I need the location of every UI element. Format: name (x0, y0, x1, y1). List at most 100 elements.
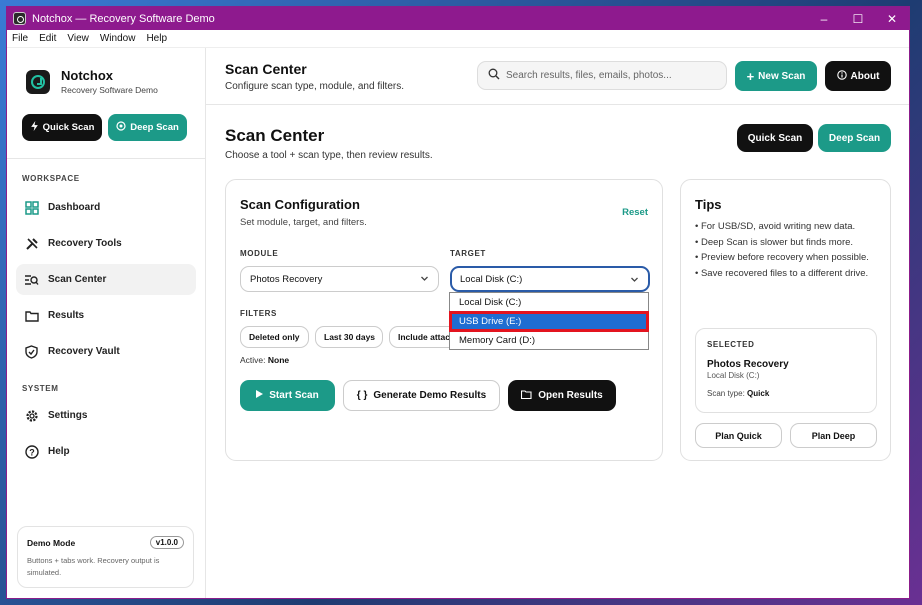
sidebar-item-label: Results (48, 310, 85, 321)
sidebar-quick-scan-button[interactable]: Quick Scan (22, 114, 102, 141)
deep-scan-button[interactable]: Deep Scan (818, 124, 891, 152)
topbar-subtitle: Configure scan type, module, and filters… (225, 81, 404, 92)
system-section-label: SYSTEM (22, 384, 59, 393)
menu-window[interactable]: Window (99, 33, 137, 44)
brand-subtitle: Recovery Software Demo (61, 85, 158, 95)
tools-icon (23, 235, 40, 252)
page-title: Scan Center (225, 126, 325, 145)
brand-logo-icon (26, 69, 50, 94)
page-subtitle: Choose a tool + scan type, then review r… (225, 150, 433, 161)
search-input[interactable]: Search results, files, emails, photos... (477, 61, 727, 90)
folder-open-icon (521, 389, 532, 402)
about-label: About (850, 70, 880, 82)
sidebar-item-results[interactable]: Results (16, 300, 196, 331)
target-option-local-disk-c[interactable]: Local Disk (C:) (450, 293, 648, 312)
brand: Notchox Recovery Software Demo (7, 48, 205, 95)
plan-deep-button[interactable]: Plan Deep (790, 423, 877, 448)
tips-title: Tips (695, 197, 722, 212)
demo-mode-title: Demo Mode (27, 537, 76, 548)
generate-label: Generate Demo Results (373, 390, 487, 401)
bolt-icon (30, 121, 39, 134)
open-results-button[interactable]: Open Results (508, 380, 616, 411)
version-badge: v1.0.0 (149, 536, 184, 549)
sidebar-item-help[interactable]: ? Help (16, 436, 196, 467)
app-body: Notchox Recovery Software Demo Quick Sca… (7, 48, 909, 598)
sidebar-item-label: Recovery Vault (48, 346, 120, 357)
active-prefix: Active: (240, 355, 266, 365)
menu-file[interactable]: File (11, 33, 29, 44)
play-icon (256, 390, 264, 401)
sidebar-item-dashboard[interactable]: Dashboard (16, 192, 196, 223)
folder-icon (23, 307, 40, 324)
window-controls: – ☐ ✕ (807, 7, 909, 30)
target-dropdown-list: Local Disk (C:) USB Drive (E:) Memory Ca… (449, 292, 649, 350)
plan-quick-button[interactable]: Plan Quick (695, 423, 782, 448)
dashboard-icon (23, 199, 40, 216)
sidebar-deep-scan-button[interactable]: Deep Scan (108, 114, 187, 141)
target-select-value: Local Disk (C:) (460, 273, 523, 285)
start-scan-label: Start Scan (269, 390, 319, 401)
menu-edit[interactable]: Edit (38, 33, 57, 44)
sidebar-item-scan-center[interactable]: Scan Center (16, 264, 196, 295)
target-select[interactable]: Local Disk (C:) (450, 266, 650, 292)
target-option-usb-drive-e[interactable]: USB Drive (E:) (449, 311, 649, 332)
target-label: TARGET (450, 249, 486, 258)
sidebar-item-label: Recovery Tools (48, 238, 122, 249)
search-placeholder: Search results, files, emails, photos... (506, 70, 672, 81)
topbar-title: Scan Center (225, 61, 307, 77)
maximize-button[interactable]: ☐ (841, 7, 875, 30)
selected-module: Photos Recovery (707, 359, 789, 370)
active-value: None (267, 355, 290, 365)
open-results-label: Open Results (538, 390, 603, 401)
scan-list-icon (23, 271, 40, 288)
chevron-down-icon (630, 275, 639, 286)
quick-scan-button[interactable]: Quick Scan (737, 124, 813, 152)
filter-chip-deleted-only[interactable]: Deleted only (240, 326, 309, 348)
title-bar: Notchox — Recovery Software Demo – ☐ ✕ (7, 7, 909, 30)
brand-name: Notchox (61, 68, 113, 83)
plus-icon: + (746, 68, 755, 84)
close-button[interactable]: ✕ (875, 7, 909, 30)
config-title: Scan Configuration (240, 197, 360, 212)
tip-item: • For USB/SD, avoid writing new data. (695, 221, 856, 232)
top-bar: Scan Center Configure scan type, module,… (206, 48, 909, 105)
demo-mode-description: Buttons + tabs work. Recovery output is … (27, 556, 160, 577)
menu-help[interactable]: Help (145, 33, 168, 44)
selected-scan-type: Scan type: Quick (707, 389, 865, 398)
sidebar-divider (7, 158, 205, 159)
module-select-value: Photos Recovery (250, 273, 323, 285)
target-option-memory-card-d[interactable]: Memory Card (D:) (450, 331, 648, 350)
filter-chip-last-30-days[interactable]: Last 30 days (315, 326, 383, 348)
sidebar-item-label: Dashboard (48, 202, 101, 213)
sidebar-item-label: Settings (48, 410, 88, 421)
sidebar: Notchox Recovery Software Demo Quick Sca… (7, 48, 206, 598)
menu-bar: File Edit View Window Help (7, 30, 909, 48)
module-select[interactable]: Photos Recovery (240, 266, 439, 292)
radar-icon (116, 121, 126, 134)
minimize-button[interactable]: – (807, 7, 841, 30)
sidebar-item-recovery-vault[interactable]: Recovery Vault (16, 336, 196, 367)
app-logo-icon (13, 12, 26, 25)
tip-item: • Deep Scan is slower but finds more. (695, 236, 854, 248)
demo-mode-card: Demo Mode v1.0.0 Buttons + tabs work. Re… (17, 526, 194, 588)
reset-link[interactable]: Reset (622, 207, 648, 218)
sidebar-item-settings[interactable]: Settings (16, 400, 196, 431)
sidebar-deep-scan-label: Deep Scan (130, 122, 179, 133)
generate-demo-results-button[interactable]: { } Generate Demo Results (343, 380, 500, 411)
sidebar-item-label: Help (48, 446, 70, 457)
shield-icon (23, 343, 40, 360)
tips-list: • For USB/SD, avoid writing new data. • … (695, 219, 881, 282)
sidebar-item-recovery-tools[interactable]: Recovery Tools (16, 228, 196, 259)
scan-type-value: Quick (747, 389, 770, 398)
about-button[interactable]: About (825, 61, 891, 91)
config-subtitle: Set module, target, and filters. (240, 217, 367, 228)
svg-text:?: ? (29, 447, 35, 457)
module-label: MODULE (240, 249, 279, 258)
main-content: Scan Center Configure scan type, module,… (206, 48, 909, 598)
start-scan-button[interactable]: Start Scan (240, 380, 335, 411)
active-filters: Active: None (240, 355, 289, 365)
menu-view[interactable]: View (66, 33, 90, 44)
chevron-down-icon (420, 274, 429, 285)
new-scan-button[interactable]: + New Scan (735, 61, 817, 91)
tip-item: • Save recovered files to a different dr… (695, 268, 869, 280)
